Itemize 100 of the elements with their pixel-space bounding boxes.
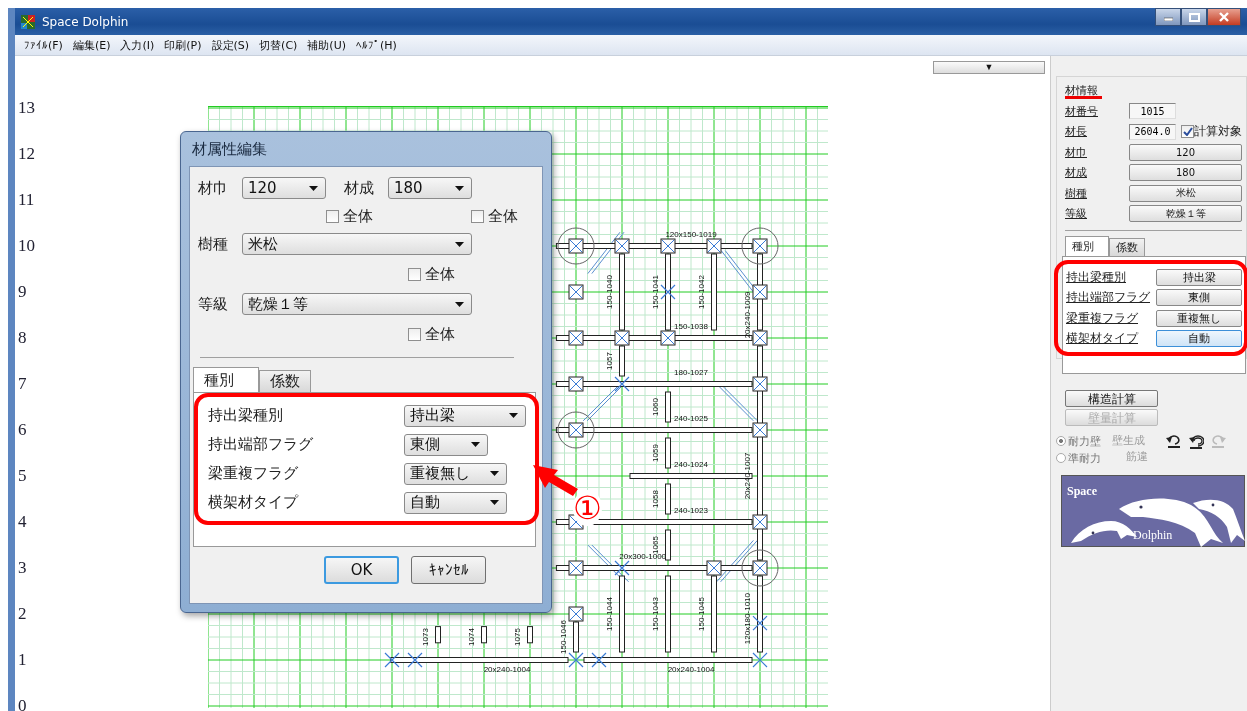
maximize-button[interactable] xyxy=(1181,8,1207,26)
dropdown[interactable]: 自動 xyxy=(404,491,507,514)
checkbox[interactable] xyxy=(408,267,421,281)
dropdown[interactable]: 乾燥１等 xyxy=(242,293,472,315)
menu-item[interactable]: 設定(S) xyxy=(206,37,255,53)
field-label: 材成 xyxy=(1065,165,1088,181)
beam-label: 1075 xyxy=(513,628,522,646)
dropdown[interactable]: 180 xyxy=(388,177,472,199)
beam-label: 1058 xyxy=(651,490,660,508)
option-label: 梁重複フラグ xyxy=(1066,309,1139,327)
value-button[interactable]: 重複無し xyxy=(1156,309,1242,327)
dropdown[interactable]: 120 xyxy=(242,177,326,199)
value-button[interactable]: 持出梁 xyxy=(1156,268,1242,286)
checkbox-label: 全体 xyxy=(488,206,518,226)
value-button[interactable]: 180 xyxy=(1129,164,1242,182)
undo-icon[interactable] xyxy=(1166,433,1182,449)
beam-label: 150-1038 xyxy=(674,322,708,331)
post xyxy=(752,376,768,392)
value-button[interactable]: 乾燥１等 xyxy=(1129,205,1242,223)
beam xyxy=(665,391,671,423)
axis-label: 3 xyxy=(18,557,28,579)
beam-label: 1059 xyxy=(651,444,660,462)
axis-label: 4 xyxy=(18,511,28,533)
beam-label: 120x150-1019 xyxy=(665,230,717,239)
option-label: 横架材タイプ xyxy=(208,493,300,512)
ok-button[interactable]: OK xyxy=(324,556,399,584)
circled-post xyxy=(741,227,779,265)
maximize-icon xyxy=(1188,12,1200,22)
menu-item[interactable]: 編集(E) xyxy=(67,37,116,53)
caret-icon xyxy=(471,442,480,447)
axis-label: 8 xyxy=(18,327,28,349)
value-button[interactable]: 120 xyxy=(1129,143,1242,161)
caret-icon xyxy=(490,500,499,505)
value-button[interactable]: 東側 xyxy=(1156,289,1242,307)
brace xyxy=(587,231,625,275)
checkbox[interactable] xyxy=(408,327,421,341)
axis-label: 0 xyxy=(18,695,28,711)
radio-button[interactable] xyxy=(1056,453,1066,463)
field-label: 樹種 xyxy=(198,234,229,254)
beam xyxy=(573,621,579,653)
logo-text: Space xyxy=(1067,484,1097,499)
checkbox[interactable] xyxy=(471,209,484,223)
minimize-button[interactable] xyxy=(1155,8,1181,26)
beam-label: 1060 xyxy=(651,398,660,416)
tab[interactable]: 係数 xyxy=(259,370,311,392)
dropdown-value: 重複無し xyxy=(410,464,470,483)
tab[interactable]: 種別 xyxy=(1065,236,1109,256)
checkbox-label: 全体 xyxy=(425,324,455,344)
beam-label: 240-1023 xyxy=(674,506,708,515)
beam-label: 150-1043 xyxy=(651,597,660,631)
menu-item[interactable]: 入力(I) xyxy=(115,37,160,53)
window-title: Space Dolphin xyxy=(42,14,129,29)
circled-post xyxy=(557,227,595,265)
beam xyxy=(665,483,671,515)
beam-label: 1074 xyxy=(467,628,476,646)
beam-label: 150-1044 xyxy=(605,597,614,631)
beam-label: 20x240-1004 xyxy=(667,665,715,674)
dropdown[interactable]: 米松 xyxy=(242,233,472,255)
value-button[interactable]: 自動 xyxy=(1156,330,1242,348)
menu-item[interactable]: 印刷(P) xyxy=(159,37,207,53)
dropdown[interactable]: 東側 xyxy=(404,433,488,456)
field-label: 等級 xyxy=(1065,206,1088,222)
cross-mark xyxy=(614,560,630,576)
value-button[interactable]: 米松 xyxy=(1129,184,1242,202)
caret-icon xyxy=(490,471,499,476)
calc-button[interactable]: 構造計算 xyxy=(1065,390,1158,407)
option-label: 持出梁種別 xyxy=(208,406,284,425)
beam-label: 1065 xyxy=(651,536,660,554)
view-toggle-button[interactable]: ▼ xyxy=(933,61,1045,74)
post xyxy=(660,238,676,254)
tab[interactable]: 種別 xyxy=(193,367,259,392)
caret-icon xyxy=(509,413,518,418)
checkbox[interactable] xyxy=(1181,125,1194,139)
radio-label: 準耐力 xyxy=(1068,450,1101,466)
menu-item[interactable]: 補助(U) xyxy=(302,37,351,53)
value-field: 1015 xyxy=(1129,103,1176,120)
tab[interactable]: 係数 xyxy=(1109,238,1145,256)
checkbox[interactable] xyxy=(326,209,339,223)
cancel-button[interactable]: ｷｬﾝｾﾙ xyxy=(411,556,486,584)
menu-item[interactable]: 切替(C) xyxy=(254,37,303,53)
checkbox-label: 全体 xyxy=(343,206,373,226)
option-label: 横架材タイプ xyxy=(1066,330,1140,348)
dropdown[interactable]: 持出梁 xyxy=(404,404,526,427)
radio-button[interactable] xyxy=(1056,436,1066,446)
beam-label: 20x240-1004 xyxy=(483,665,531,674)
beam-label: 150-1045 xyxy=(697,597,706,631)
menu-item[interactable]: ﾍﾙﾌﾟ(H) xyxy=(351,38,402,52)
undo-all-icon[interactable] xyxy=(1188,433,1204,449)
axis-label: 13 xyxy=(18,97,35,119)
axis-label: 1 xyxy=(18,649,28,671)
dropdown[interactable]: 重複無し xyxy=(404,462,507,485)
dialog-title: 材属性編集 xyxy=(192,139,267,159)
beam-label: 240-1024 xyxy=(674,460,708,469)
beam-label: 1057 xyxy=(605,352,614,370)
beam-label: 150-1041 xyxy=(651,275,660,309)
post xyxy=(752,422,768,438)
axis-label: 9 xyxy=(18,281,28,303)
beam-label: 1073 xyxy=(421,628,430,646)
close-button[interactable] xyxy=(1207,8,1241,26)
menu-item[interactable]: ﾌｧｲﾙ(F) xyxy=(19,38,68,52)
